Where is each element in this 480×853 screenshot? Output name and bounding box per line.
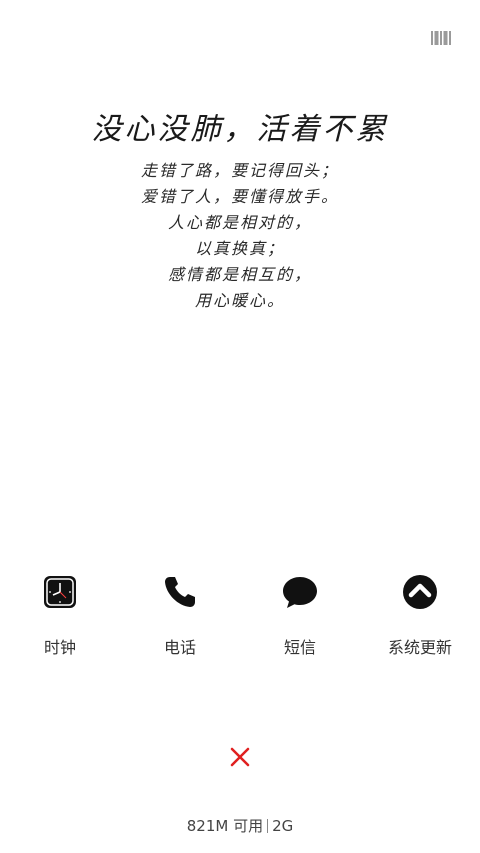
message-icon <box>280 572 320 612</box>
app-phone[interactable]: 电话 <box>120 570 240 658</box>
recent-apps-row: 时钟 电话 短信 系统更新 <box>0 570 480 670</box>
memory-separator <box>267 819 269 833</box>
recent-apps-screen: 没心没肺，活着不累 走错了路，要记得回头； 爱错了人，要懂得放手。 人心都是相对… <box>0 0 480 853</box>
quote-title: 没心没肺，活着不累 <box>91 112 389 147</box>
app-phone-label: 电话 <box>163 638 196 657</box>
memory-total: 2G <box>272 817 294 835</box>
quote-line-1: 走错了路，要记得回头； <box>140 161 339 180</box>
app-messages-label: 短信 <box>283 638 316 657</box>
app-system-update-label: 系统更新 <box>387 638 452 657</box>
close-icon <box>228 747 252 773</box>
close-all-button[interactable] <box>228 745 252 769</box>
quote-line-3: 人心都是相对的， <box>167 213 312 232</box>
quote-line-6: 用心暖心。 <box>194 291 285 310</box>
app-clock[interactable]: 时钟 <box>0 570 120 658</box>
quote-line-2: 爱错了人，要懂得放手。 <box>140 187 339 206</box>
quote-line-4: 以真换真； <box>194 239 285 258</box>
app-clock-label: 时钟 <box>43 638 76 657</box>
barcode-icon[interactable] <box>431 30 451 46</box>
update-icon <box>400 572 440 612</box>
app-messages[interactable]: 短信 <box>240 570 360 658</box>
phone-icon <box>160 572 200 612</box>
quote-line-5: 感情都是相互的， <box>167 265 312 284</box>
clock-icon <box>40 572 80 612</box>
app-system-update[interactable]: 系统更新 <box>360 570 480 658</box>
memory-available: 821M 可用 <box>186 817 264 835</box>
memory-status: 821M 可用 2G <box>0 815 480 836</box>
wallpaper-quote: 没心没肺，活着不累 走错了路，要记得回头； 爱错了人，要懂得放手。 人心都是相对… <box>0 110 480 314</box>
